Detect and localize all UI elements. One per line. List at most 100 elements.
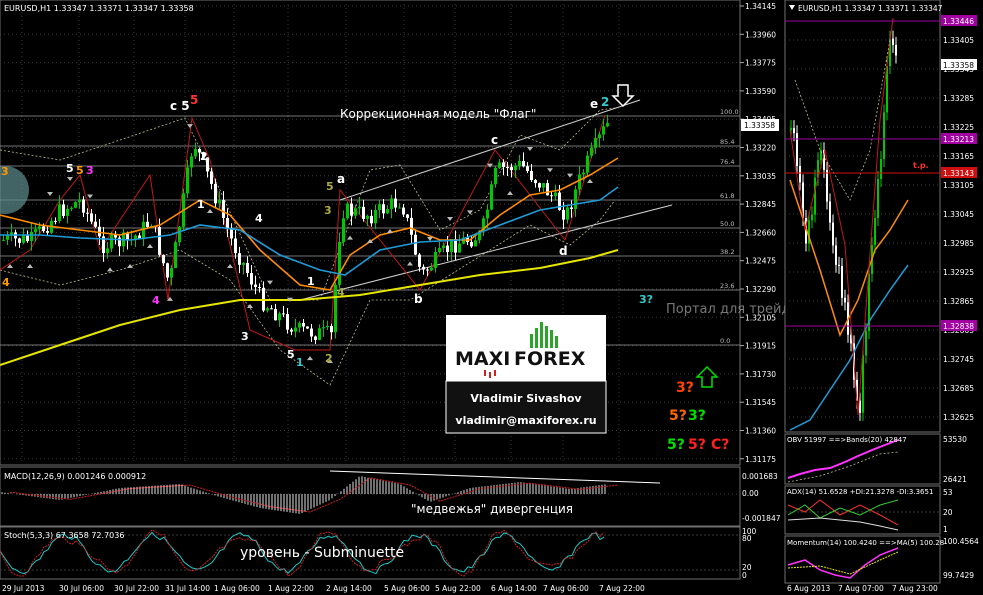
candle-body — [106, 248, 109, 254]
wave-label: d — [559, 244, 568, 258]
macd-title: MACD(12,26,9) 0.001246 0.000912 — [4, 472, 146, 481]
candle-body — [518, 160, 521, 166]
candle-body — [238, 253, 241, 265]
candle-body — [22, 235, 25, 243]
candle-body — [170, 268, 173, 278]
candle-body — [486, 209, 489, 219]
candle-body — [874, 217, 876, 246]
right-chart-title: EURUSD,H1 1.33347 1.33371 1.33347 — [798, 4, 943, 13]
candle-body — [142, 221, 145, 240]
candle-body — [174, 242, 177, 269]
price-tick-label: 1.33590 — [745, 87, 776, 96]
right-title-bar: EURUSD,H1 1.33347 1.33371 1.33347 — [789, 4, 943, 13]
time-tick-label: 7 Aug 22:00 — [599, 584, 645, 593]
candle-body — [826, 169, 828, 202]
right-price-tick-label: 1.32865 — [943, 297, 974, 306]
candle-body — [166, 263, 169, 278]
candle-body — [394, 198, 397, 208]
price-tick-label: 1.31175 — [745, 455, 776, 464]
candle-body — [70, 207, 73, 209]
right-price-tick-label: 1.33045 — [943, 210, 974, 219]
adx-tick: 53 — [943, 488, 953, 497]
candle-body — [498, 162, 501, 168]
candle-body — [514, 165, 517, 171]
wave-label: 3 — [86, 164, 94, 177]
price-tick-label: 1.31545 — [745, 398, 776, 407]
right-price-tick-label: 1.32625 — [943, 413, 974, 422]
wave-label: 5 — [326, 180, 334, 193]
wave-label: 5 — [190, 93, 198, 107]
fib-label: 76.4 — [720, 158, 734, 166]
candle-body — [326, 325, 329, 328]
candle-body — [506, 167, 509, 169]
candle-body — [790, 128, 792, 130]
candle-body — [294, 327, 297, 332]
price-tick-label: 1.32475 — [745, 257, 776, 266]
candle-body — [470, 242, 473, 247]
candle-body — [811, 214, 813, 221]
candle-body — [386, 208, 389, 214]
momentum-tick: 99.7429 — [943, 571, 974, 580]
candle-body — [374, 210, 377, 224]
candle-body — [406, 214, 409, 218]
wave-label: 2 — [325, 352, 333, 365]
projection-label: 5? — [688, 437, 706, 453]
candle-body — [458, 243, 461, 253]
candle-body — [226, 217, 229, 229]
wave-label: 1 — [307, 275, 315, 288]
time-tick-label: 5 Aug 22:00 — [435, 584, 481, 593]
candle-body — [578, 174, 581, 190]
right-price-tick-label: 1.33165 — [943, 152, 974, 161]
candle-body — [318, 328, 321, 340]
candle-body — [606, 123, 609, 127]
candle-body — [594, 138, 597, 148]
candle-body — [550, 195, 553, 197]
candle-body — [214, 183, 217, 204]
projection-label: 3? — [688, 408, 706, 424]
candle-body — [270, 308, 273, 310]
candle-body — [74, 202, 77, 208]
right-time-tick-label: 6 Aug 2013 — [787, 584, 830, 593]
fib-label: 23.6 — [720, 282, 734, 290]
wave-label: c 5 — [170, 99, 190, 113]
candle-body — [378, 204, 381, 211]
candle-body — [354, 208, 357, 216]
candle-body — [210, 171, 213, 184]
candle-body — [242, 262, 245, 265]
candle-body — [546, 183, 549, 196]
candle-body — [883, 112, 885, 160]
adx-panel[interactable]: ADX(14) 51.6528 +DI:21.3278 -DI:3.3651 5… — [784, 485, 953, 535]
right-price-tick-label: 1.32685 — [943, 384, 974, 393]
candle-body — [796, 133, 798, 166]
candle-body — [799, 165, 801, 183]
fib-label: 61.8 — [720, 192, 734, 200]
candle-body — [358, 206, 361, 209]
candle-body — [494, 167, 497, 185]
candle-body — [510, 167, 513, 171]
candle-body — [66, 208, 69, 216]
logo-maxi: MAXI — [455, 348, 510, 370]
stochastic-panel[interactable]: Stoch(5,3,3) 67.3658 72.7036 уровень - S… — [0, 526, 757, 580]
candle-body — [146, 221, 149, 227]
right-price-tick-label: 1.33285 — [943, 94, 974, 103]
candle-body — [346, 203, 349, 219]
candle-body — [562, 209, 565, 220]
candle-body — [554, 192, 557, 197]
wave-label: 4 — [2, 276, 10, 289]
price-tick-label: 1.34145 — [745, 2, 776, 11]
macd-panel[interactable]: MACD(12,26,9) 0.001246 0.000912 "медвежь… — [0, 466, 781, 527]
candle-body — [382, 204, 385, 214]
stoch-tick: 80 — [742, 534, 752, 543]
candle-body — [366, 215, 369, 219]
obv-panel[interactable]: OBV 51997 ==>Bands(20) 42847 53530 26421 — [784, 433, 967, 485]
candle-body — [434, 252, 437, 268]
time-tick-label: 2 Aug 14:00 — [326, 584, 372, 593]
right-highlight-low: 1.32838 — [943, 322, 974, 331]
maxiforex-logo: MAXI FOREX Vladimir Sivashov vladimir@ma… — [445, 315, 607, 434]
wave-label: 1 — [296, 356, 304, 369]
candle-body — [793, 128, 795, 134]
candle-body — [46, 231, 49, 233]
candle-body — [78, 199, 81, 203]
candle-body — [266, 308, 269, 311]
subminuette-label: уровень - Subminuette — [240, 545, 404, 561]
